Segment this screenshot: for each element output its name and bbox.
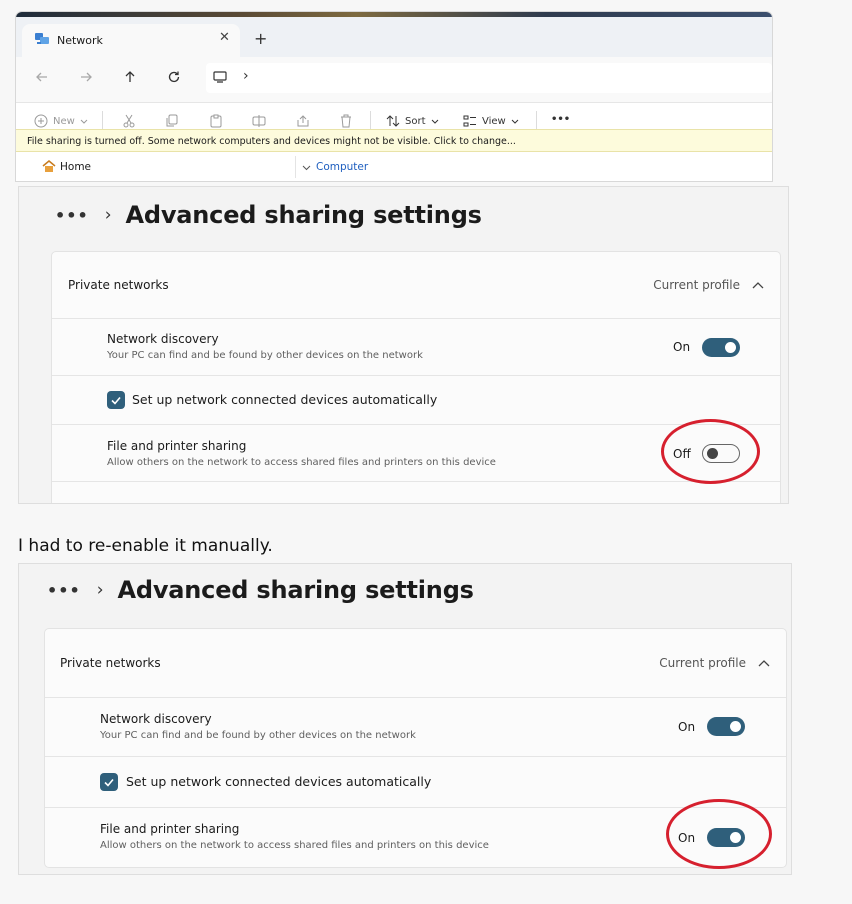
view-button[interactable]: View (463, 114, 519, 128)
forward-arrow-icon[interactable] (78, 69, 100, 91)
settings-panel-before: ••• › Advanced sharing settings Private … (18, 186, 789, 504)
computer-label: Computer (316, 161, 369, 173)
breadcrumb-chevron-icon: › (96, 580, 104, 600)
private-networks-header[interactable]: Private networks Current profile (45, 629, 786, 698)
chevron-down-icon (302, 163, 311, 172)
home-item[interactable]: Home (42, 160, 91, 173)
address-bar[interactable]: › (206, 63, 772, 93)
file-sharing-description: Allow others on the network to access sh… (107, 457, 496, 468)
rename-icon[interactable] (252, 114, 266, 128)
network-discovery-row: Network discovery Your PC can find and b… (45, 698, 786, 757)
auto-setup-label: Set up network connected devices automat… (126, 774, 432, 789)
new-button[interactable]: New (34, 114, 88, 128)
network-discovery-description: Your PC can find and be found by other d… (100, 730, 416, 741)
more-icon[interactable]: ••• (551, 114, 570, 125)
navigation-bar: › (16, 57, 772, 102)
auto-setup-checkbox[interactable] (100, 773, 118, 791)
chevron-up-icon[interactable] (758, 659, 770, 667)
tab-network[interactable]: Network ✕ (22, 24, 240, 57)
breadcrumb-chevron-icon: › (104, 205, 112, 225)
computer-group[interactable]: Computer (302, 161, 368, 173)
close-tab-icon[interactable]: ✕ (219, 30, 230, 45)
auto-setup-row: Set up network connected devices automat… (45, 757, 786, 808)
home-icon (42, 160, 56, 173)
breadcrumb: ••• › Advanced sharing settings (47, 576, 474, 604)
current-profile-label: Current profile (659, 656, 746, 670)
auto-setup-row: Set up network connected devices automat… (52, 376, 780, 425)
current-profile-label: Current profile (653, 278, 740, 292)
checkmark-icon (111, 396, 121, 405)
path-row: Home Computer (16, 153, 772, 181)
sort-button[interactable]: Sort (386, 114, 439, 128)
chevron-down-icon (431, 117, 439, 125)
network-discovery-toggle[interactable] (702, 338, 740, 357)
checkmark-icon (104, 778, 114, 787)
home-label: Home (60, 160, 92, 173)
network-discovery-state: On (678, 720, 696, 734)
file-sharing-description: Allow others on the network to access sh… (100, 840, 489, 851)
address-chevron-icon[interactable]: › (243, 68, 249, 84)
highlight-circle (666, 799, 772, 869)
network-discovery-row: Network discovery Your PC can find and b… (52, 319, 780, 376)
chevron-up-icon[interactable] (752, 281, 764, 289)
tab-bar: Network ✕ + (16, 17, 772, 57)
page-title: Advanced sharing settings (125, 201, 482, 229)
network-discovery-description: Your PC can find and be found by other d… (107, 350, 423, 361)
sort-icon (386, 114, 400, 128)
file-explorer-window: Network ✕ + › New Sort View ••• File sha… (16, 12, 772, 181)
view-label: View (482, 115, 506, 127)
highlight-circle (661, 419, 760, 484)
auto-setup-checkbox[interactable] (107, 391, 125, 409)
page-title: Advanced sharing settings (117, 576, 474, 604)
settings-panel-after: ••• › Advanced sharing settings Private … (18, 563, 792, 875)
view-icon (463, 114, 477, 128)
breadcrumb: ••• › Advanced sharing settings (55, 201, 482, 229)
paste-icon[interactable] (209, 114, 223, 128)
computer-icon (212, 69, 228, 85)
tab-title: Network (57, 34, 103, 47)
new-label: New (53, 115, 75, 127)
file-sharing-title: File and printer sharing (100, 822, 240, 836)
breadcrumb-more-icon[interactable]: ••• (47, 581, 81, 600)
copy-icon[interactable] (165, 114, 179, 128)
network-discovery-toggle[interactable] (707, 717, 745, 736)
network-discovery-title: Network discovery (107, 332, 219, 346)
chevron-down-icon (80, 117, 88, 125)
auto-setup-label: Set up network connected devices automat… (132, 392, 438, 407)
next-row (52, 482, 780, 503)
refresh-icon[interactable] (166, 69, 188, 91)
file-sharing-title: File and printer sharing (107, 439, 247, 453)
section-title: Private networks (60, 656, 161, 670)
file-sharing-info-bar[interactable]: File sharing is turned off. Some network… (16, 129, 772, 152)
delete-icon[interactable] (339, 114, 353, 128)
cut-icon[interactable] (122, 114, 136, 128)
caption-text: I had to re-enable it manually. (18, 536, 273, 556)
network-discovery-state: On (673, 340, 691, 354)
network-discovery-title: Network discovery (100, 712, 212, 726)
back-arrow-icon[interactable] (34, 69, 56, 91)
up-arrow-icon[interactable] (122, 69, 144, 91)
breadcrumb-more-icon[interactable]: ••• (55, 206, 89, 225)
sort-label: Sort (405, 115, 426, 127)
share-icon[interactable] (296, 114, 310, 128)
plus-circle-icon (34, 114, 48, 128)
divider (295, 156, 296, 178)
section-title: Private networks (68, 278, 169, 292)
network-icon (34, 32, 50, 46)
chevron-down-icon (511, 117, 519, 125)
new-tab-button[interactable]: + (254, 29, 267, 48)
private-networks-header[interactable]: Private networks Current profile (52, 252, 780, 319)
